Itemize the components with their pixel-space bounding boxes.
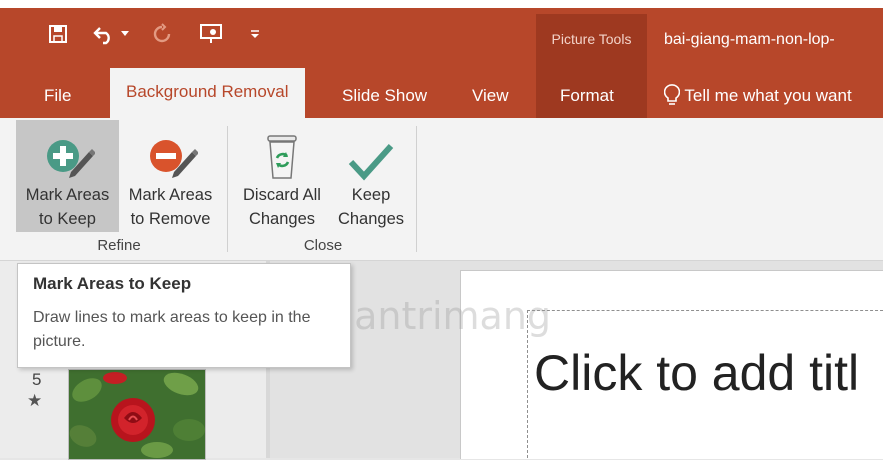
mark-areas-to-remove-button[interactable]: Mark Areas to Remove (119, 120, 222, 232)
mark-areas-to-keep-button[interactable]: Mark Areas to Keep (16, 120, 119, 232)
close-group-label: Close (303, 237, 343, 254)
keep-changes-button[interactable]: Keep Changes (332, 120, 410, 232)
mark-remove-line1: Mark Areas (128, 186, 213, 204)
keep-line2: Changes (337, 210, 405, 228)
mark-remove-line2: to Remove (130, 210, 211, 228)
group-separator (416, 126, 417, 252)
present-icon[interactable] (197, 20, 225, 48)
mark-keep-line2: to Keep (39, 210, 96, 228)
save-icon[interactable] (44, 20, 72, 48)
group-separator (227, 126, 228, 252)
tooltip-description: Draw lines to mark areas to keep in the … (33, 309, 311, 350)
tab-format[interactable]: Format (560, 82, 614, 110)
redo-icon[interactable] (148, 20, 176, 48)
watermark-text: uantrimang (330, 294, 552, 338)
window-top-edge (0, 0, 883, 8)
checkmark-icon (332, 120, 410, 182)
keep-line1: Keep (351, 186, 391, 204)
slide-thumbnail[interactable] (68, 369, 206, 460)
tab-background-removal[interactable]: Background Removal (110, 68, 305, 118)
tell-me-search[interactable]: Tell me what you want (663, 82, 852, 110)
recycle-bin-icon (232, 120, 332, 182)
rose-image (69, 370, 205, 459)
mark-areas-to-keep-icon (16, 120, 119, 182)
mark-areas-to-remove-icon (119, 120, 222, 182)
discard-line2: Changes (248, 210, 316, 228)
discard-line1: Discard All (243, 186, 321, 204)
discard-all-changes-button[interactable]: Discard All Changes (232, 120, 332, 232)
refine-group-label: Refine (97, 237, 141, 254)
tooltip-title: Mark Areas to Keep (33, 274, 192, 293)
tooltip: Mark Areas to Keep Draw lines to mark ar… (17, 263, 351, 368)
undo-dropdown-icon[interactable] (118, 20, 132, 48)
tab-file[interactable]: File (44, 82, 71, 110)
customize-icon[interactable] (247, 20, 263, 48)
tell-me-text: Tell me what you want (684, 86, 852, 105)
contextual-group-label: Picture Tools (551, 31, 632, 47)
undo-icon[interactable] (90, 20, 118, 48)
slide-number: 5 (32, 370, 42, 389)
tab-slide-show[interactable]: Slide Show (342, 82, 427, 110)
tab-view[interactable]: View (472, 82, 509, 110)
transition-star-icon: ★ (27, 391, 43, 410)
document-title: bai-giang-mam-non-lop- (664, 31, 835, 48)
lightbulb-icon (663, 84, 681, 105)
mark-keep-line1: Mark Areas (25, 186, 110, 204)
title-placeholder-text[interactable]: Click to add titl (534, 344, 859, 402)
